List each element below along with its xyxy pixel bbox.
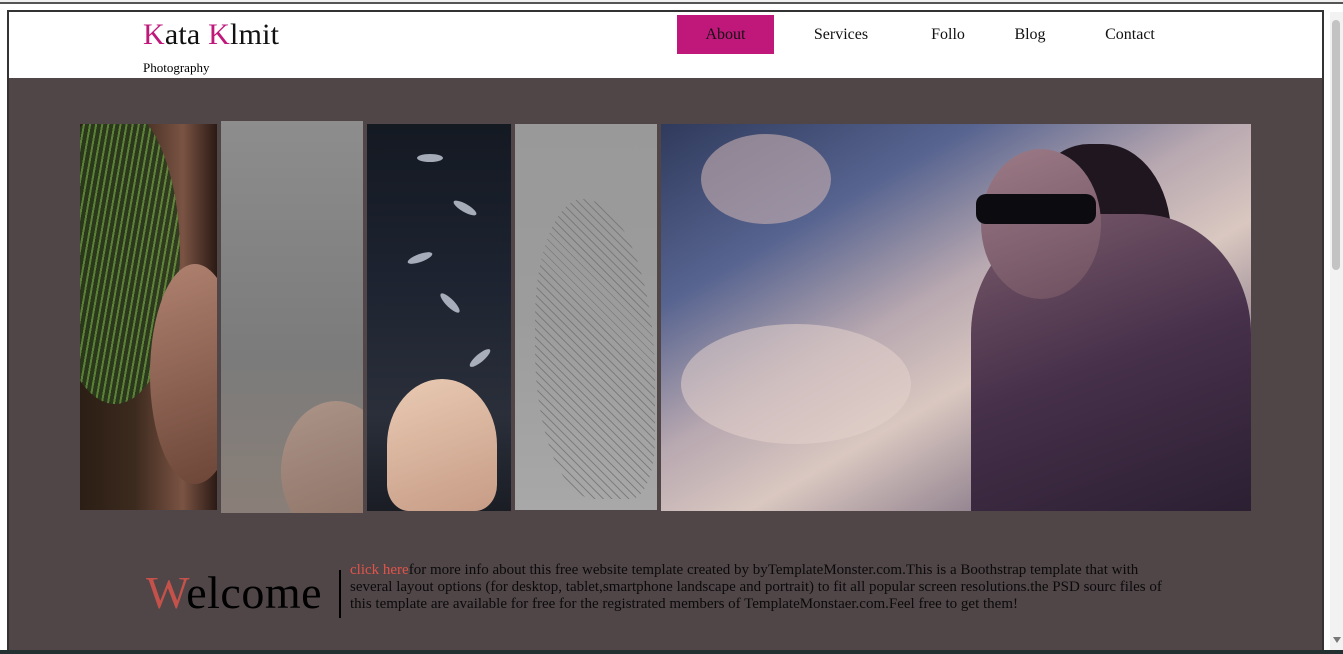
welcome-heading-initial: W xyxy=(146,567,187,618)
veil-shape xyxy=(535,199,655,499)
click-here-link[interactable]: click here xyxy=(350,562,409,578)
woman-head-shape xyxy=(981,149,1101,299)
gallery-photo-feathers[interactable] xyxy=(367,124,511,511)
gallery-photo-veil[interactable] xyxy=(515,124,657,510)
scroll-down-arrow-icon[interactable] xyxy=(1333,637,1341,643)
sunglasses-shape xyxy=(976,194,1096,224)
feather-shape xyxy=(406,249,434,267)
window-frame-top xyxy=(0,0,1343,4)
nav-item-contact[interactable]: Contact xyxy=(1097,15,1163,54)
browser-viewport: Kata Klmit Photography About Services Fo… xyxy=(7,10,1324,654)
vertical-scrollbar[interactable] xyxy=(1330,12,1343,654)
welcome-paragraph: click herefor more info about this free … xyxy=(350,562,1170,613)
main-navigation: About Services Follo Blog Contact xyxy=(9,15,1322,55)
welcome-heading: Welcome xyxy=(146,566,322,619)
logo-tagline: Photography xyxy=(143,60,210,75)
feather-shape xyxy=(467,346,493,370)
gallery-photo-grey[interactable] xyxy=(221,121,363,513)
gallery-photo-featured[interactable] xyxy=(661,124,1251,511)
feather-shape xyxy=(451,198,479,218)
nav-item-services[interactable]: Services xyxy=(801,15,881,54)
welcome-divider xyxy=(339,570,341,618)
gallery-photo-green-hair[interactable] xyxy=(80,124,217,510)
nav-item-blog[interactable]: Blog xyxy=(1006,15,1054,54)
welcome-heading-rest: elcome xyxy=(186,567,323,618)
site-header: Kata Klmit Photography About Services Fo… xyxy=(9,12,1322,78)
feather-shape xyxy=(437,290,463,316)
cloud-shape xyxy=(701,134,831,224)
cloud-shape xyxy=(681,324,911,444)
nav-item-about[interactable]: About xyxy=(677,15,774,54)
welcome-body-text: for more info about this free website te… xyxy=(350,562,1162,612)
photo-gallery xyxy=(9,78,1322,538)
nav-item-follo[interactable]: Follo xyxy=(923,15,973,54)
shoulder-shape xyxy=(281,401,363,513)
main-content: Welcome click herefor more info about th… xyxy=(9,78,1322,654)
os-taskbar xyxy=(0,650,1343,654)
feather-shape xyxy=(417,154,443,162)
welcome-section: Welcome click herefor more info about th… xyxy=(9,558,1322,654)
scrollbar-thumb[interactable] xyxy=(1332,20,1340,270)
hand-shape xyxy=(387,379,497,511)
